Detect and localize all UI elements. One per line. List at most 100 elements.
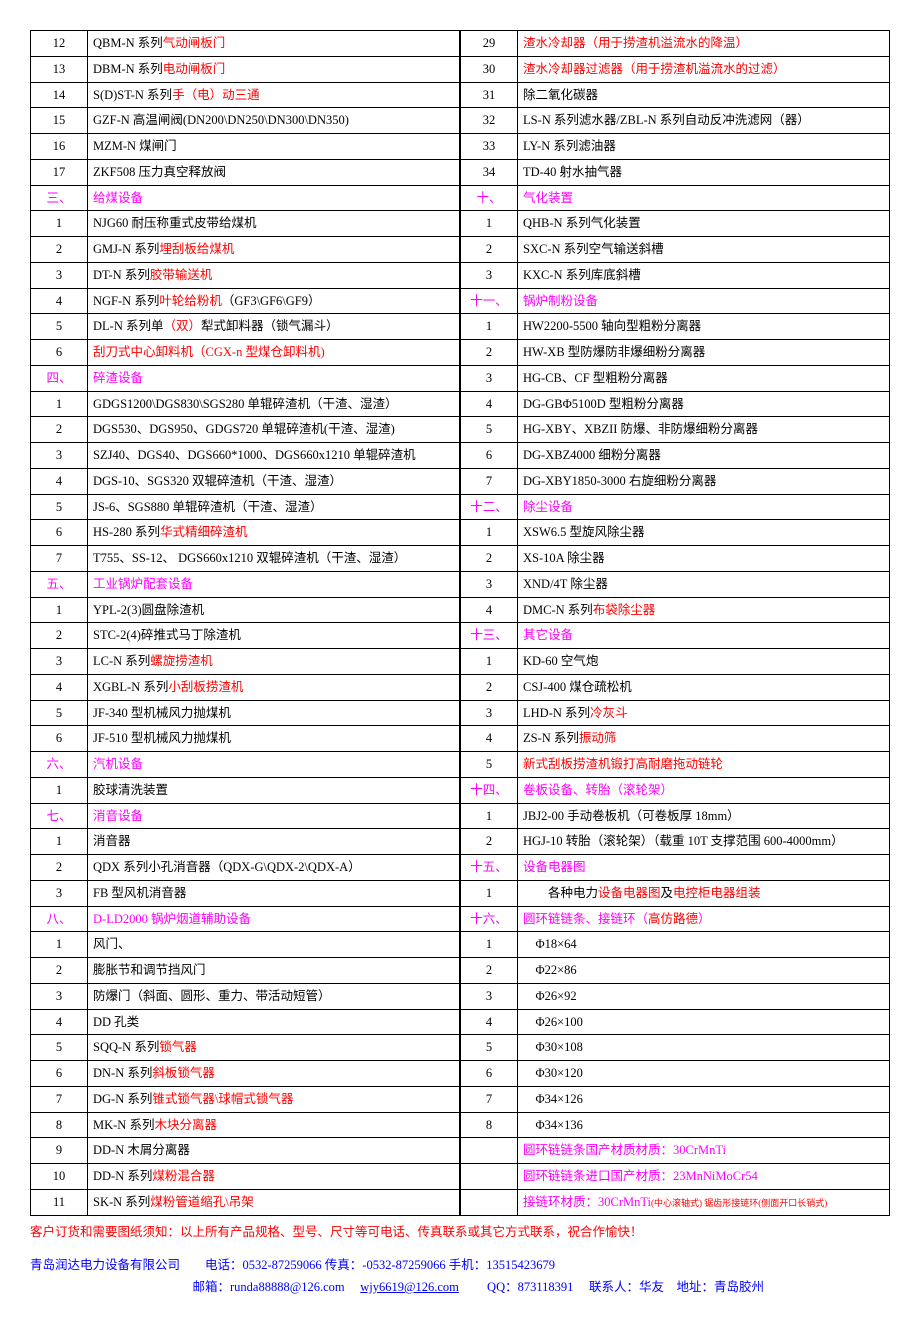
row-number: 2 [31, 623, 88, 649]
text-span: NGF-N 系列 [93, 294, 159, 308]
row-content: DG-XBZ4000 细粉分离器 [518, 443, 890, 469]
table-row: 10DD-N 系列煤粉混合器 [31, 1164, 460, 1190]
row-number: 2 [461, 674, 518, 700]
row-number: 六、 [31, 752, 88, 778]
row-content: DBM-N 系列电动闸板门 [88, 56, 460, 82]
row-content: HW2200-5500 轴向型粗粉分离器 [518, 314, 890, 340]
row-number: 1 [461, 649, 518, 675]
row-content: JF-340 型机械风力抛煤机 [88, 700, 460, 726]
text-span: （CGX-n 型煤仓卸料机) [193, 345, 325, 359]
text-span: QHB-N 系列气化装置 [523, 216, 641, 230]
row-number: 31 [461, 82, 518, 108]
table-row: 34TD-40 射水抽气器 [461, 159, 890, 185]
row-number: 十二、 [461, 494, 518, 520]
row-number: 6 [31, 726, 88, 752]
row-number: 2 [461, 546, 518, 572]
table-row: 6JF-510 型机械风力抛煤机 [31, 726, 460, 752]
table-row: 8MK-N 系列木块分离器 [31, 1112, 460, 1138]
row-content: CSJ-400 煤仓疏松机 [518, 674, 890, 700]
row-content: GZF-N 高温闸阀(DN200\DN250\DN300\DN350) [88, 108, 460, 134]
table-row: 1 各种电力设备电器图及电控柜电器组装 [461, 880, 890, 906]
table-row: 圆环链链条进口国产材质：23MnNiMoCr54 [461, 1164, 890, 1190]
row-number: 4 [461, 391, 518, 417]
text-span: DD 孔类 [93, 1015, 139, 1029]
row-number: 五、 [31, 571, 88, 597]
row-number: 十四、 [461, 777, 518, 803]
row-content: 新式刮板捞渣机锻打高耐磨拖动链轮 [518, 752, 890, 778]
row-content: MK-N 系列木块分离器 [88, 1112, 460, 1138]
table-row: 15GZF-N 高温闸阀(DN200\DN250\DN300\DN350) [31, 108, 460, 134]
table-row: 接链环材质：30CrMnTi(中心滚轴式) 锯齿形接链环(侧面开口长销式) [461, 1189, 890, 1215]
page-container: 12QBM-N 系列气动闸板门13DBM-N 系列电动闸板门14S(D)ST-N… [30, 30, 890, 1299]
row-number: 6 [461, 443, 518, 469]
text-span: 布袋除尘器 [593, 603, 656, 617]
left-table: 12QBM-N 系列气动闸板门13DBM-N 系列电动闸板门14S(D)ST-N… [30, 30, 460, 1216]
text-span: SZJ40、DGS40、DGS660*1000、DGS660x1210 单辊碎渣… [93, 448, 416, 462]
text-span: 煤粉混合器 [152, 1169, 215, 1183]
table-row: 3 FB 型风机消音器 [31, 880, 460, 906]
row-content: Φ30×120 [518, 1061, 890, 1087]
table-row: 31除二氧化碳器 [461, 82, 890, 108]
row-content: DD-N 系列煤粉混合器 [88, 1164, 460, 1190]
row-content: 其它设备 [518, 623, 890, 649]
row-number: 11 [31, 1189, 88, 1215]
text-span: 新式刮板捞渣机锻打高耐磨拖动链轮 [523, 757, 723, 771]
table-row: 4ZS-N 系列振动筛 [461, 726, 890, 752]
table-row: 2膨胀节和调节挡风门 [31, 958, 460, 984]
table-row: 3KXC-N 系列库底斜槽 [461, 262, 890, 288]
text-span: 汽机设备 [93, 757, 143, 771]
table-row: 圆环链链条国产材质材质：30CrMnTi [461, 1138, 890, 1164]
text-span: Φ34×136 [523, 1118, 583, 1132]
table-row: 8 Φ34×136 [461, 1112, 890, 1138]
row-number: 七、 [31, 803, 88, 829]
row-content: 锅炉制粉设备 [518, 288, 890, 314]
text-span: 犁式卸料器（锁气漏斗） [201, 319, 339, 333]
text-span: 电动闸板门 [163, 62, 226, 76]
table-row: 33LY-N 系列滤油器 [461, 134, 890, 160]
row-number: 十、 [461, 185, 518, 211]
text-span: 除尘设备 [523, 500, 573, 514]
text-span: 螺旋捞渣机 [150, 654, 213, 668]
row-number: 5 [461, 417, 518, 443]
row-number: 三、 [31, 185, 88, 211]
text-span: KXC-N 系列库底斜槽 [523, 268, 641, 282]
text-span: 振动筛 [579, 731, 617, 745]
text-span: CSJ-400 煤仓疏松机 [523, 680, 632, 694]
text-span: 冷灰斗 [590, 706, 628, 720]
row-content: HG-CB、CF 型粗粉分离器 [518, 365, 890, 391]
table-row: 1 Φ18×64 [461, 932, 890, 958]
row-content: 圆环链链条、接链环（高仿路德） [518, 906, 890, 932]
text-span: 消音器 [93, 834, 131, 848]
row-number: 1 [461, 520, 518, 546]
table-row: 4DD 孔类 [31, 1009, 460, 1035]
row-content: HS-280 系列华式精细碎渣机 [88, 520, 460, 546]
text-span: 圆环链链条、接链环（ [523, 912, 648, 926]
left-column: 12QBM-N 系列气动闸板门13DBM-N 系列电动闸板门14S(D)ST-N… [30, 30, 460, 1216]
table-row: 1QHB-N 系列气化装置 [461, 211, 890, 237]
footer-note: 客户订货和需要图纸须知：以上所有产品规格、型号、尺寸等可电话、传真联系或其它方式… [30, 1222, 890, 1242]
row-content: LY-N 系列滤油器 [518, 134, 890, 160]
row-content: TD-40 射水抽气器 [518, 159, 890, 185]
text-span: QBM-N 系列 [93, 36, 163, 50]
text-span: 风门、 [93, 937, 131, 951]
row-number: 7 [31, 546, 88, 572]
row-number: 1 [31, 391, 88, 417]
row-content: QHB-N 系列气化装置 [518, 211, 890, 237]
text-span: ZS-N 系列 [523, 731, 579, 745]
text-span: FB 型风机消音器 [93, 886, 186, 900]
text-span: Φ22×86 [523, 963, 577, 977]
row-content: DG-N 系列锥式锁气器\球帽式锁气器 [88, 1086, 460, 1112]
text-span: 刮刀式中心卸料机 [93, 345, 193, 359]
text-span: HW2200-5500 轴向型粗粉分离器 [523, 319, 701, 333]
row-content: 碎渣设备 [88, 365, 460, 391]
row-number: 2 [31, 958, 88, 984]
right-table: 29渣水冷却器（用于捞渣机溢流水的降温）30渣水冷却器过滤器（用于捞渣机溢流水的… [460, 30, 890, 1216]
text-span: 渣水冷却器（用于捞渣机溢流水的降温） [523, 36, 748, 50]
email-link[interactable]: wjy6619@126.com [360, 1280, 459, 1294]
row-content: 渣水冷却器（用于捞渣机溢流水的降温） [518, 31, 890, 57]
text-span: 各种电力 [523, 886, 598, 900]
row-content: T755、SS-12、 DGS660x1210 双辊碎渣机（干渣、湿渣） [88, 546, 460, 572]
row-content: SZJ40、DGS40、DGS660*1000、DGS660x1210 单辊碎渣… [88, 443, 460, 469]
row-number: 3 [31, 880, 88, 906]
table-row: 1NJG60 耐压称重式皮带给煤机 [31, 211, 460, 237]
